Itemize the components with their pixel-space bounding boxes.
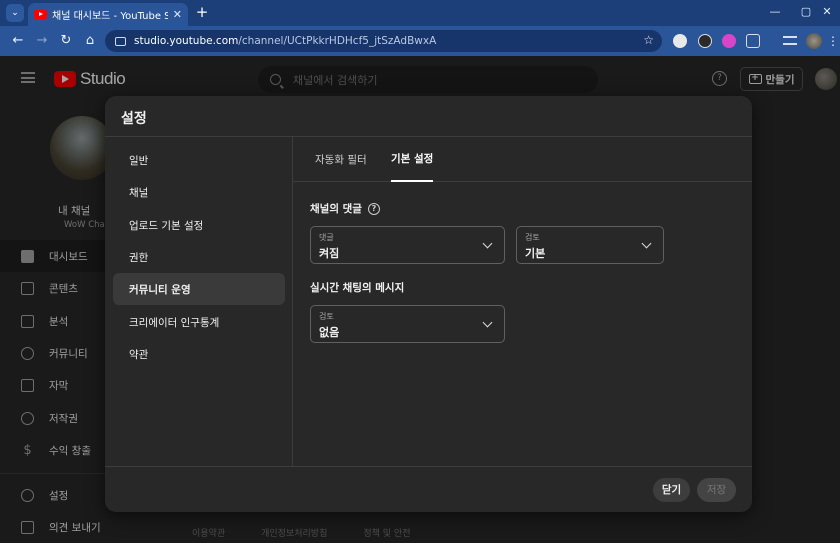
extension-icon[interactable] [673,34,687,48]
livechat-review-select[interactable]: 검토 없음 [310,305,505,343]
reload-button[interactable]: ↻ [57,32,75,50]
dialog-title: 설정 [121,111,147,127]
reading-list-icon[interactable] [783,36,797,45]
comments-review-select[interactable]: 검토 기본 [516,226,664,264]
youtube-studio-favicon-icon [34,10,47,19]
settings-nav-upload-defaults[interactable]: 업로드 기본 설정 [113,209,285,241]
extensions-puzzle-icon[interactable] [746,34,760,48]
select-caption: 댓글 [319,233,334,242]
chevron-down-icon [641,238,652,249]
profile-avatar[interactable] [806,33,822,49]
comments-select[interactable]: 댓글 켜짐 [310,226,505,264]
close-window-button[interactable]: ✕ [812,3,840,21]
channel-comments-heading: 채널의 댓글 ? [310,201,380,216]
tab-label: 기본 설정 [391,153,434,165]
nav-label: 업로드 기본 설정 [129,219,204,232]
minimize-button[interactable]: — [760,3,790,21]
browser-tab-bar: ⌄ 채널 대시보드 - YouTube Studio ✕ + — ▢ ✕ [0,0,840,26]
forward-button[interactable]: → [33,32,51,50]
chevron-down-icon [482,317,493,328]
settings-nav-permissions[interactable]: 권한 [113,241,285,273]
settings-nav-community[interactable]: 커뮤니티 운영 [113,273,285,305]
new-tab-button[interactable]: + [193,3,211,21]
close-button[interactable]: 닫기 [653,478,690,502]
section-title-text: 실시간 채팅의 메시지 [310,282,405,294]
nav-label: 채널 [129,186,149,199]
select-value: 없음 [319,326,340,339]
select-caption: 검토 [525,233,540,242]
tab-search-button[interactable]: ⌄ [6,4,24,22]
extension-icon[interactable] [722,34,736,48]
section-title-text: 채널의 댓글 [310,203,362,215]
tab-automated-filters[interactable]: 자동화 필터 [315,137,367,182]
nav-label: 크리에이터 인구통계 [129,316,220,329]
settings-nav-agreements[interactable]: 약관 [113,338,285,370]
home-button[interactable]: ⌂ [81,32,99,50]
help-circle-icon[interactable]: ? [367,202,380,215]
tab-title: 채널 대시보드 - YouTube Studio [52,11,168,22]
nav-label: 약관 [129,348,149,361]
tab-close-icon[interactable]: ✕ [173,8,182,21]
back-button[interactable]: ← [9,32,27,50]
select-value: 기본 [525,247,546,260]
browser-tab[interactable]: 채널 대시보드 - YouTube Studio ✕ [28,3,188,26]
site-info-icon[interactable] [115,36,126,46]
dialog-nav-divider [292,136,293,466]
settings-nav-general[interactable]: 일반 [113,144,285,176]
settings-dialog: 설정 일반 채널 업로드 기본 설정 권한 커뮤니티 운영 크리에이터 인구통계… [105,96,752,512]
browser-menu-icon[interactable]: ⋮ [824,32,840,50]
extension-icon[interactable] [698,34,712,48]
nav-label: 일반 [129,154,149,167]
dialog-footer-divider [105,466,752,467]
browser-toolbar: ← → ↻ ⌂ studio.youtube.com/channel/UCtPk… [0,26,840,56]
nav-label: 권한 [129,251,149,264]
nav-label: 커뮤니티 운영 [129,283,191,296]
chevron-down-icon [482,238,493,249]
community-tabs: 자동화 필터 기본 설정 [293,137,752,182]
tab-defaults[interactable]: 기본 설정 [391,137,434,182]
select-value: 켜짐 [319,247,340,260]
settings-nav-channel[interactable]: 채널 [113,176,285,208]
bookmark-star-icon[interactable]: ☆ [643,33,654,47]
select-caption: 검토 [319,312,334,321]
livechat-heading: 실시간 채팅의 메시지 [310,280,404,295]
tab-label: 자동화 필터 [315,154,367,166]
url-text: studio.youtube.com/channel/UCtPkkrHDHcf5… [134,35,437,47]
save-button[interactable]: 저장 [697,478,736,502]
settings-nav-demographics[interactable]: 크리에이터 인구통계 [113,306,285,338]
address-bar[interactable]: studio.youtube.com/channel/UCtPkkrHDHcf5… [105,30,662,52]
